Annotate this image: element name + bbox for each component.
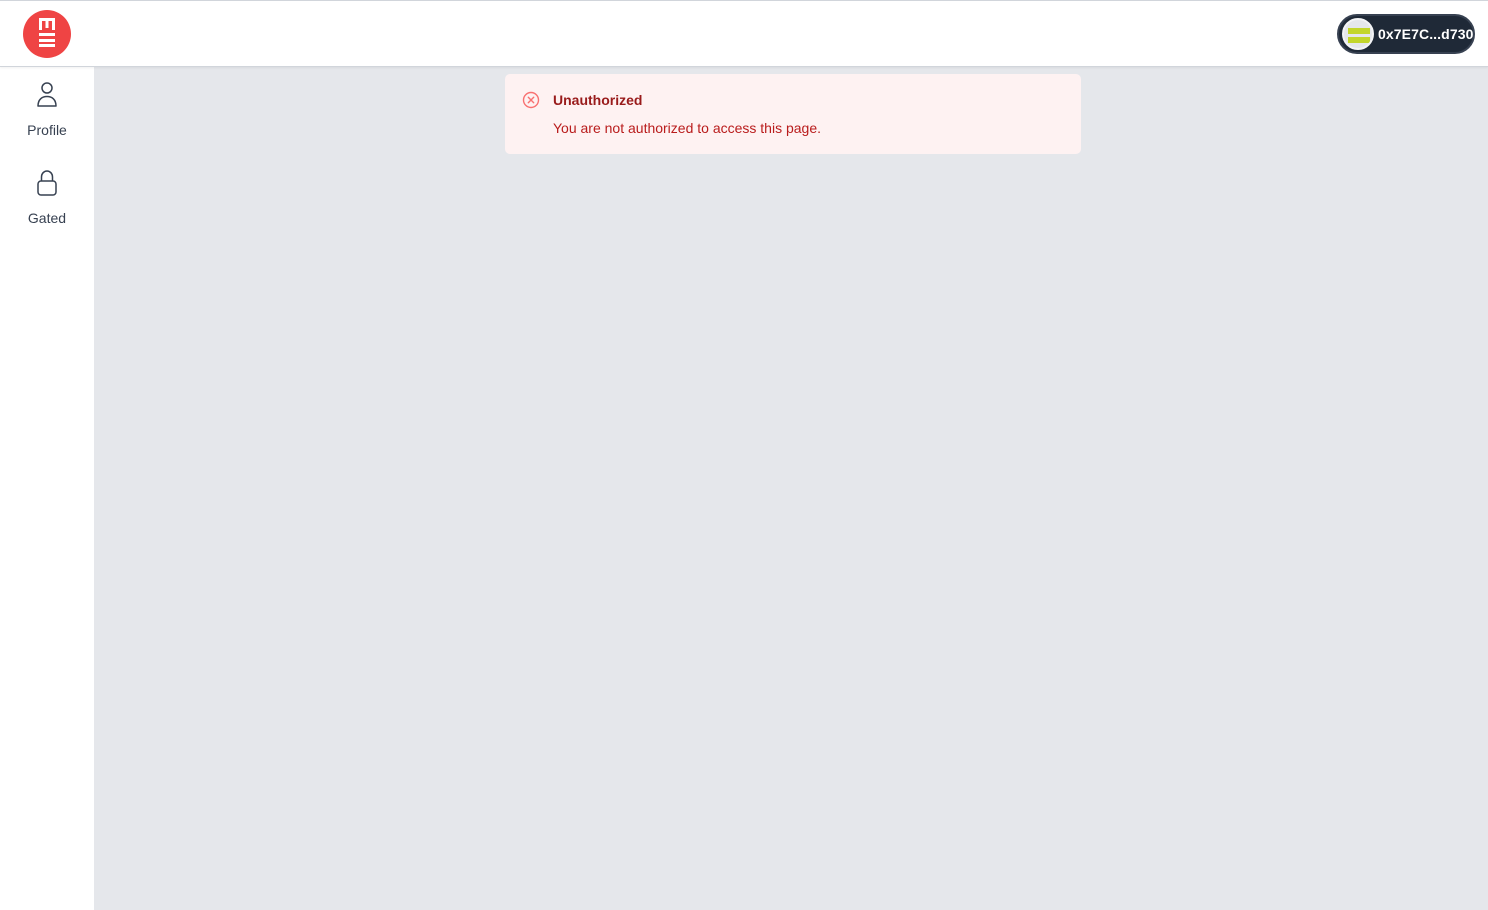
alert-title: Unauthorized: [553, 92, 643, 108]
sidebar-item-label: Gated: [27, 210, 67, 226]
error-alert: Unauthorized You are not authorized to a…: [505, 74, 1081, 154]
wallet-address: 0x7E7C...d730: [1378, 26, 1474, 42]
main-content: Unauthorized You are not authorized to a…: [94, 67, 1488, 910]
brand-logo-icon: [37, 15, 57, 54]
sidebar-item-profile[interactable]: Profile: [0, 81, 94, 138]
sidebar: Profile Gated: [0, 67, 94, 910]
sidebar-item-gated[interactable]: Gated: [0, 169, 94, 226]
x-circle-icon: [522, 91, 540, 114]
top-header: 0x7E7C...d730: [0, 0, 1488, 67]
alert-message: You are not authorized to access this pa…: [553, 120, 821, 136]
sidebar-item-label: Profile: [27, 122, 67, 138]
wallet-button[interactable]: 0x7E7C...d730: [1337, 14, 1475, 54]
user-icon: [35, 81, 59, 114]
wallet-avatar-icon: [1342, 18, 1374, 50]
lock-icon: [35, 169, 59, 202]
brand-logo[interactable]: [23, 10, 71, 58]
